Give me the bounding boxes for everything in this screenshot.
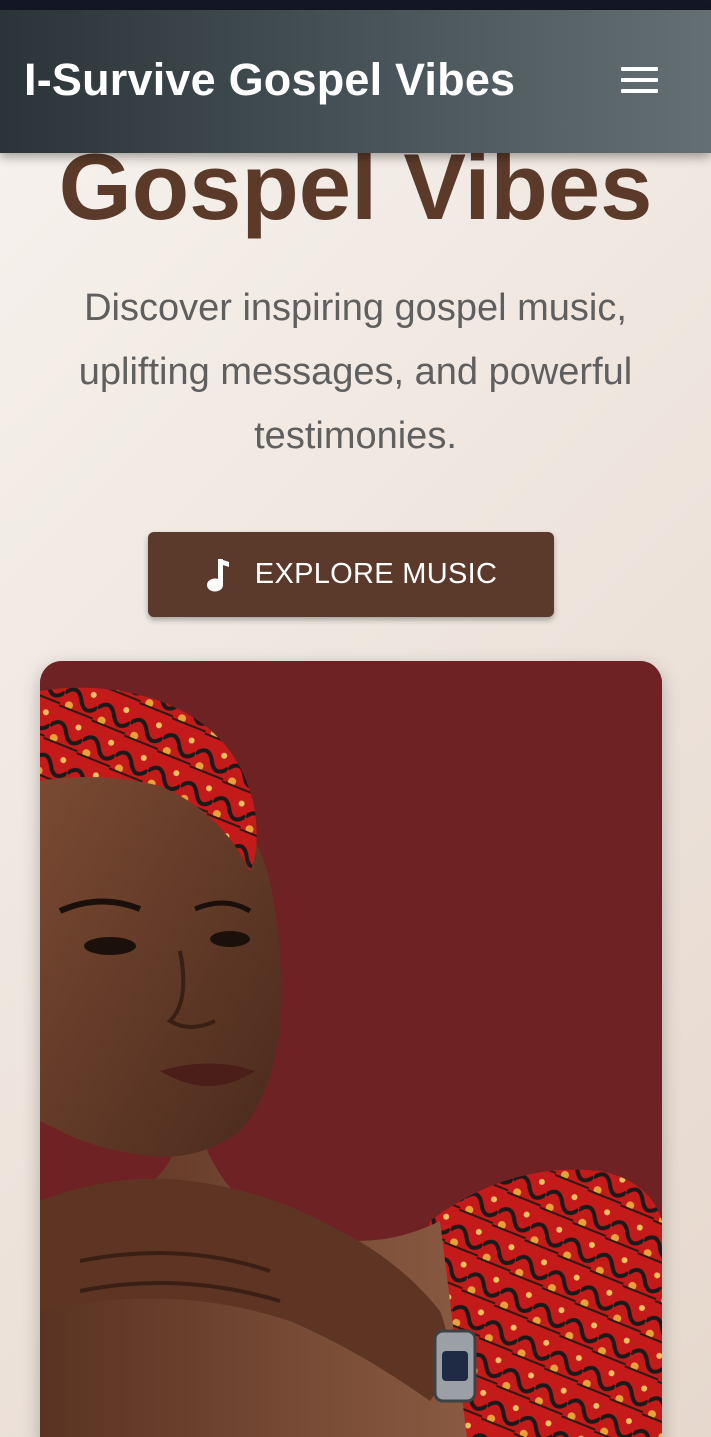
app-title: I-Survive Gospel Vibes [24,54,516,105]
explore-music-label: EXPLORE MUSIC [254,558,498,590]
explore-music-button[interactable]: EXPLORE MUSIC [148,532,554,617]
hero-image-card [40,661,662,1437]
hero-description: Discover inspiring gospel music, uplifti… [78,287,633,457]
app-bar: I-Survive Gospel Vibes [0,10,711,153]
status-bar [0,0,711,10]
hamburger-menu-icon [620,67,658,93]
music-note-icon [206,558,229,591]
menu-button[interactable] [610,56,668,104]
woman-portrait-image [40,661,662,1437]
